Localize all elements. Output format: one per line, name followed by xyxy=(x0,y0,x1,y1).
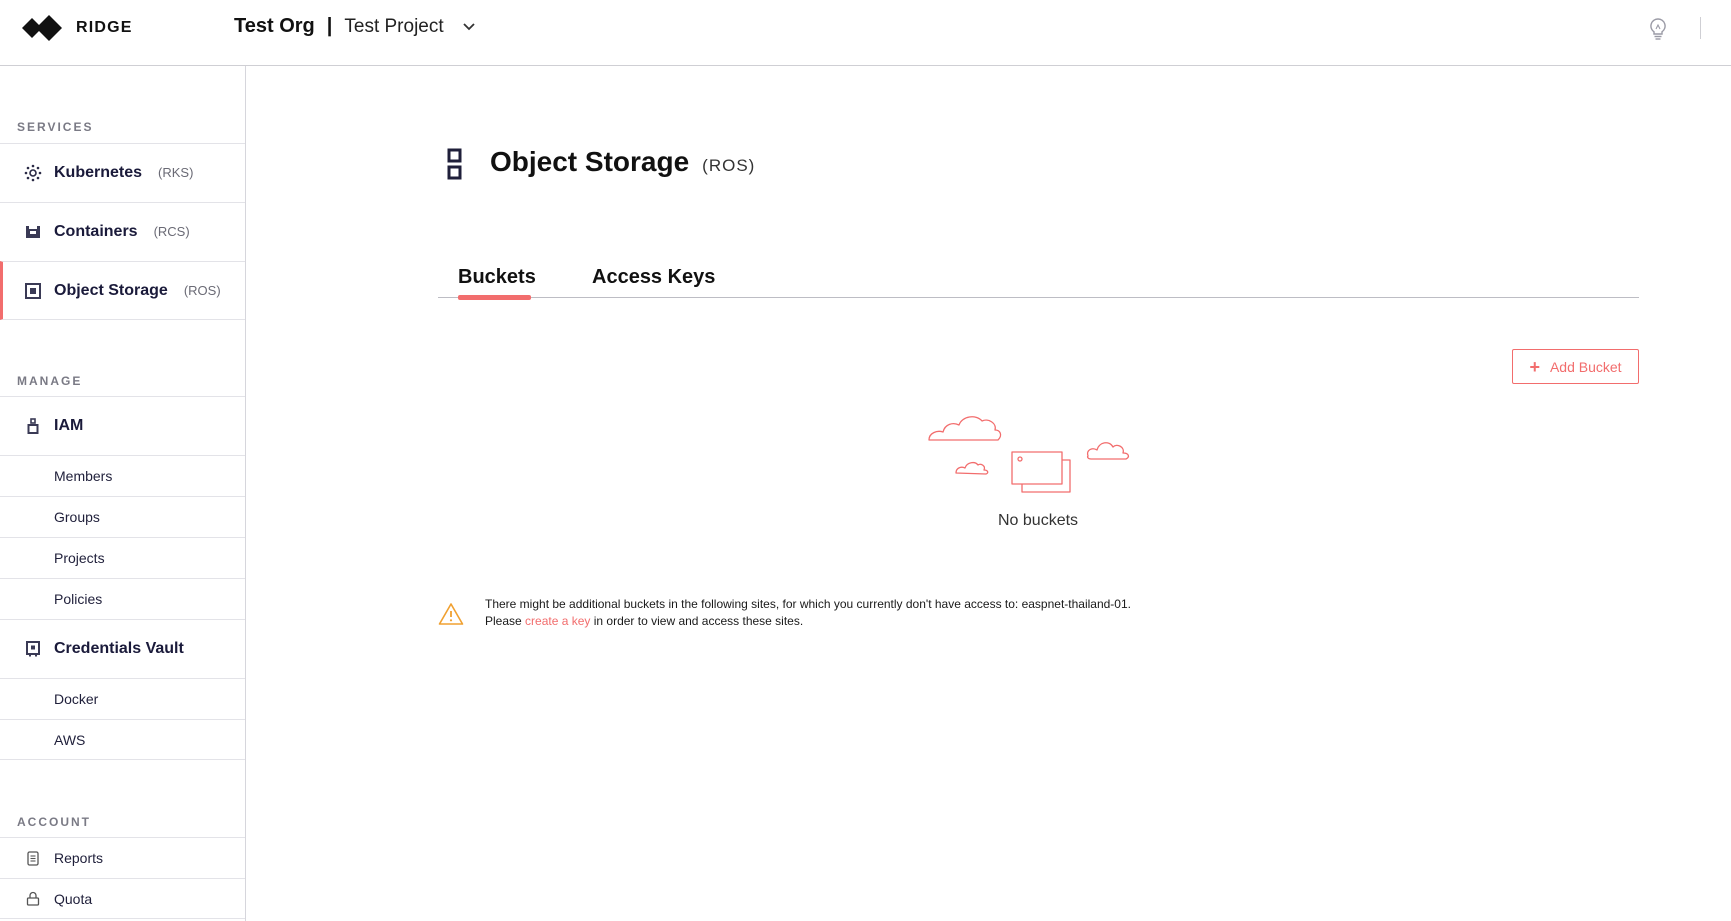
containers-icon xyxy=(24,223,42,241)
tab-access-keys[interactable]: Access Keys xyxy=(592,266,715,289)
sidebar-item-label: Kubernetes xyxy=(54,164,143,181)
logo-text: RIDGE xyxy=(76,19,133,36)
sidebar-item-docker[interactable]: Docker xyxy=(0,678,245,719)
sidebar-item-label: Quota xyxy=(54,890,93,907)
warning-prefix: Please xyxy=(485,614,526,628)
sidebar-item-label: AWS xyxy=(54,731,86,748)
tab-bar: Buckets Access Keys xyxy=(438,260,1639,300)
chevron-down-icon[interactable] xyxy=(462,22,476,32)
object-storage-icon xyxy=(24,282,42,300)
header-divider xyxy=(1700,17,1701,39)
access-warning: There might be additional buckets in the… xyxy=(485,596,1131,630)
sidebar-item-members[interactable]: Members xyxy=(0,455,245,496)
page-title-text: Object Storage xyxy=(490,146,690,177)
kubernetes-icon xyxy=(24,164,42,182)
project-name: Test Project xyxy=(344,15,444,37)
sidebar-item-label: Containers xyxy=(54,223,138,240)
section-label-account: ACCOUNT xyxy=(17,815,91,829)
warning-suffix: in order to view and access these sites. xyxy=(590,614,804,628)
sidebar-item-label: Members xyxy=(54,468,113,484)
sidebar-item-label: Groups xyxy=(54,509,100,525)
sidebar: SERVICES Kubernetes (RKS) Containers (RC… xyxy=(0,66,246,921)
org-project-switcher[interactable]: Test Org | Test Project xyxy=(234,15,476,38)
reports-icon xyxy=(24,849,42,867)
sidebar-item-code: (RKS) xyxy=(158,165,194,180)
sidebar-item-label: Object Storage xyxy=(54,281,168,299)
sidebar-item-projects[interactable]: Projects xyxy=(0,537,245,578)
section-label-services: SERVICES xyxy=(17,120,94,134)
warning-line-2: Please create a key in order to view and… xyxy=(485,613,1131,630)
empty-buckets-illustration xyxy=(926,412,1148,502)
warning-line-1: There might be additional buckets in the… xyxy=(485,597,1131,611)
page-title: Object Storage (ROS) xyxy=(490,146,755,178)
sidebar-item-reports[interactable]: Reports xyxy=(0,837,245,878)
sidebar-item-label: Projects xyxy=(54,550,105,566)
ridge-logo[interactable]: RIDGE xyxy=(22,12,133,44)
sidebar-item-kubernetes[interactable]: Kubernetes (RKS) xyxy=(0,143,245,202)
sidebar-item-label: Credentials Vault xyxy=(54,640,184,657)
sidebar-item-containers[interactable]: Containers (RCS) xyxy=(0,202,245,261)
sidebar-item-aws[interactable]: AWS xyxy=(0,719,245,760)
sidebar-item-iam[interactable]: IAM xyxy=(0,396,245,455)
empty-state-text: No buckets xyxy=(998,512,1079,529)
add-bucket-button[interactable]: + Add Bucket xyxy=(1512,349,1639,384)
sidebar-item-policies[interactable]: Policies xyxy=(0,578,245,619)
sidebar-item-code: (RCS) xyxy=(153,224,190,239)
ridge-logo-icon xyxy=(22,15,62,41)
iam-icon xyxy=(24,417,42,435)
org-separator: | xyxy=(326,15,333,37)
sidebar-item-label: Docker xyxy=(54,691,99,707)
sidebar-item-quota[interactable]: Quota xyxy=(0,878,245,919)
sidebar-item-groups[interactable]: Groups xyxy=(0,496,245,537)
sidebar-item-code: (ROS) xyxy=(183,282,221,298)
sidebar-item-object-storage[interactable]: Object Storage (ROS) xyxy=(0,261,245,320)
sidebar-item-label: IAM xyxy=(54,417,84,434)
create-key-link[interactable]: create a key xyxy=(525,614,590,628)
plus-icon: + xyxy=(1529,356,1540,377)
add-bucket-label: Add Bucket xyxy=(1549,358,1622,375)
vault-icon xyxy=(24,640,42,658)
org-name: Test Org xyxy=(234,15,315,37)
object-storage-page-icon xyxy=(446,148,466,187)
sidebar-item-credentials-vault[interactable]: Credentials Vault xyxy=(0,619,245,678)
top-bar: RIDGE Test Org | Test Project xyxy=(0,0,1731,66)
lightbulb-icon[interactable] xyxy=(1647,17,1669,46)
sidebar-item-label: Policies xyxy=(54,591,103,607)
sidebar-item-label: Reports xyxy=(54,850,104,866)
active-tab-indicator xyxy=(458,295,531,300)
page-title-code: (ROS) xyxy=(702,156,756,175)
section-label-manage: MANAGE xyxy=(17,374,83,388)
warning-icon xyxy=(438,602,464,631)
lock-icon xyxy=(24,890,42,908)
tab-buckets[interactable]: Buckets xyxy=(458,266,536,289)
